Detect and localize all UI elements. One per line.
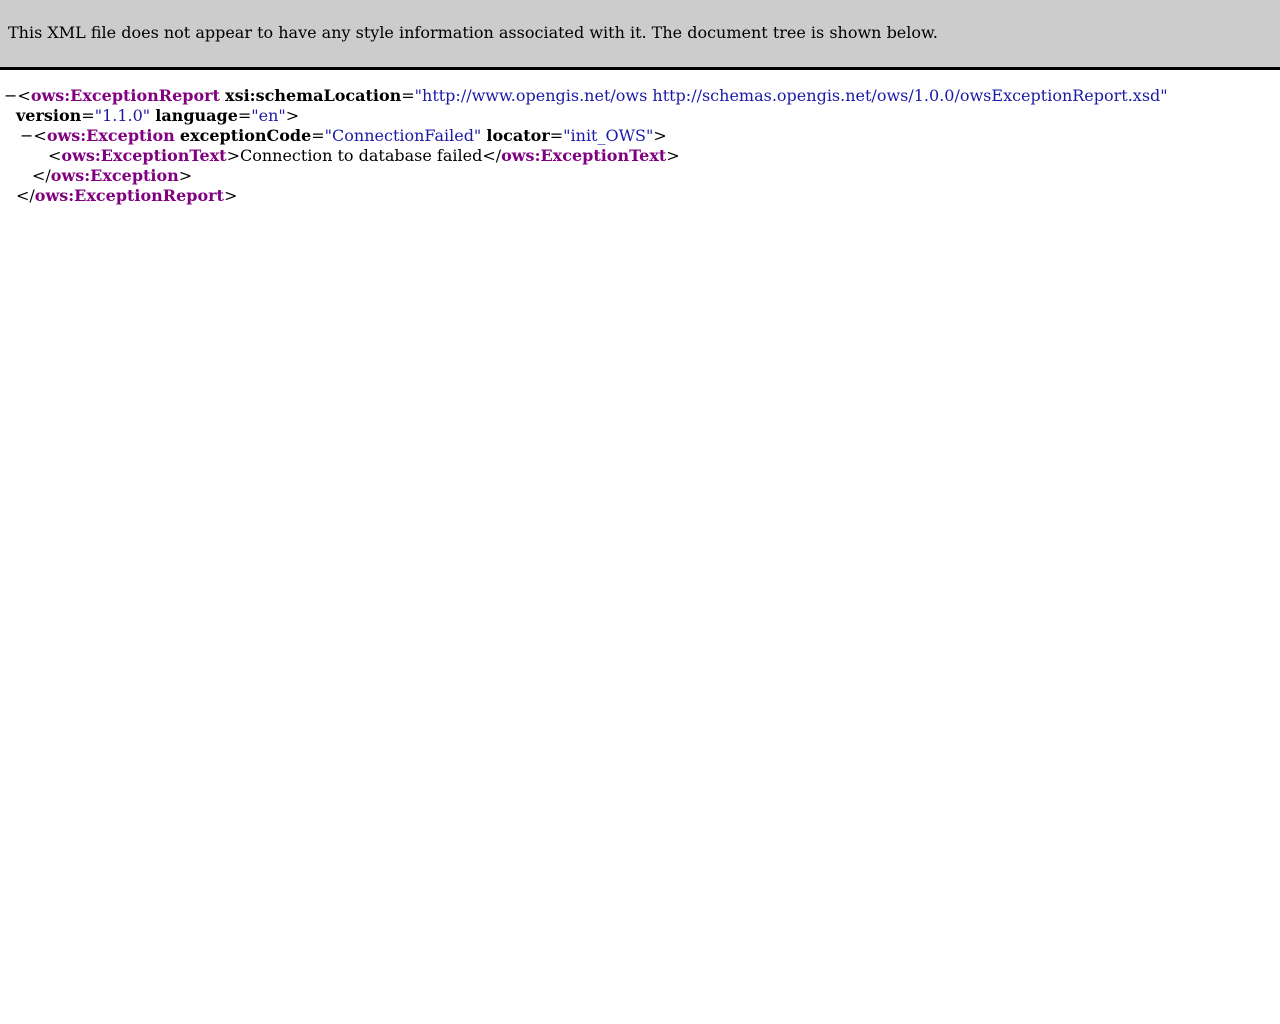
exception-open-line: −<ows:Exception exceptionCode="Connectio… <box>20 126 667 146</box>
open-close-bracket: </ <box>16 186 35 205</box>
xml-info-banner: This XML file does not appear to have an… <box>0 0 1280 70</box>
root-collapse-toggle[interactable]: − <box>4 86 17 105</box>
root-tag-name: ows:ExceptionReport <box>30 86 220 105</box>
exception-close-line: </ows:Exception> <box>32 166 192 186</box>
exception-collapse-toggle[interactable]: − <box>20 126 33 145</box>
exception-text-tag-name: ows:ExceptionText <box>61 146 227 165</box>
xml-info-message: This XML file does not appear to have an… <box>8 23 938 42</box>
root-open-line: −<ows:ExceptionReport xsi:schemaLocation… <box>4 86 1168 106</box>
close-bracket: > <box>666 146 680 165</box>
close-bracket: > <box>178 166 193 185</box>
attr-value-schema-location: "http://www.opengis.net/ows http://schem… <box>414 86 1168 105</box>
root-close-line: </ows:ExceptionReport> <box>16 186 237 206</box>
equals-sign: = <box>311 126 325 145</box>
exception-close-tag-name: ows:Exception <box>50 166 179 185</box>
exception-text-line: <ows:ExceptionText>Connection to databas… <box>48 146 680 166</box>
attr-value-exception-code: "ConnectionFailed" <box>324 126 482 145</box>
attr-value-version: "1.1.0" <box>94 106 151 125</box>
open-bracket: < <box>17 86 31 105</box>
close-bracket: > <box>653 126 667 145</box>
attr-name-exception-code: exceptionCode <box>179 126 312 145</box>
open-close-bracket: </ <box>32 166 51 185</box>
exception-text-close-tag-name: ows:ExceptionText <box>501 146 667 165</box>
exception-text-content: Connection to database failed <box>239 146 483 165</box>
attr-name-version: version <box>16 106 82 125</box>
open-bracket: < <box>48 146 62 165</box>
root-attrs-line: version="1.1.0" language="en"> <box>16 106 299 126</box>
close-bracket: > <box>285 106 300 125</box>
root-close-tag-name: ows:ExceptionReport <box>34 186 224 205</box>
attr-value-locator: "init_OWS" <box>563 126 654 145</box>
close-bracket: > <box>226 146 240 165</box>
equals-sign: = <box>81 106 95 125</box>
exception-tag-name: ows:Exception <box>46 126 175 145</box>
open-close-bracket: </ <box>482 146 502 165</box>
equals-sign: = <box>549 126 564 145</box>
equals-sign: = <box>401 86 415 105</box>
attr-name-language: language <box>155 106 238 125</box>
equals-sign: = <box>237 106 252 125</box>
attr-name-locator: locator <box>486 126 550 145</box>
open-bracket: < <box>33 126 47 145</box>
attr-value-language: "en" <box>251 106 286 125</box>
attr-name-schema-location: xsi:schemaLocation <box>225 86 402 105</box>
close-bracket: > <box>223 186 238 205</box>
